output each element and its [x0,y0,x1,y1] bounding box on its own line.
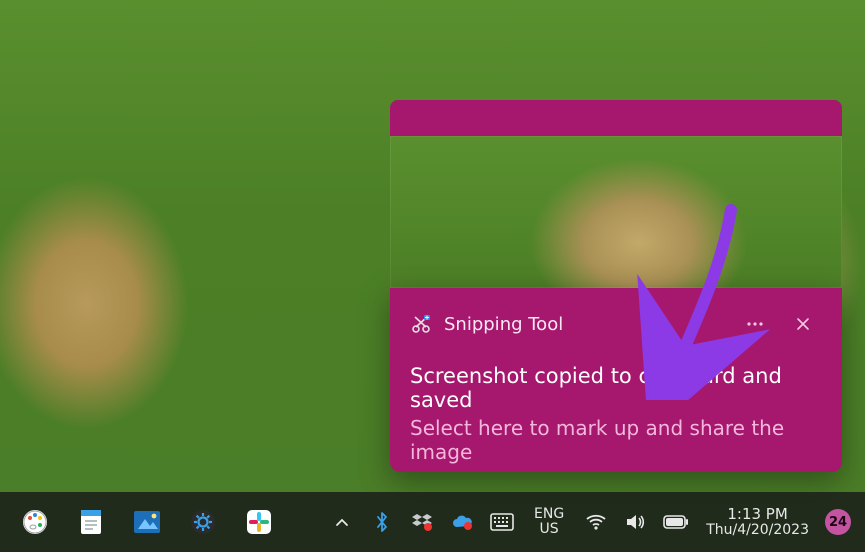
volume-icon[interactable] [622,501,650,543]
notification-more-button[interactable] [740,309,770,339]
clock-time: 1:13 PM [727,506,787,523]
chevron-up-icon [335,517,349,527]
notification-body: Select here to mark up and share the ima… [410,416,818,464]
language-bottom: US [540,522,559,537]
clock-button[interactable]: 1:13 PM Thu/4/20/2023 [702,501,813,543]
notification-title: Screenshot copied to clipboard and saved [410,364,818,412]
notification-header: Snipping Tool [410,308,818,340]
taskbar: ENG US 1:13 PM Thu/4/20/2023 24 [0,492,865,552]
notification-app-name: Snipping Tool [444,314,563,335]
taskbar-pinned-apps [0,501,280,543]
bluetooth-icon[interactable] [368,501,396,543]
dropbox-icon[interactable] [408,501,436,543]
notification-preview-header [390,100,842,136]
more-horizontal-icon [746,321,764,327]
onedrive-icon[interactable] [448,501,476,543]
notepad-app-icon[interactable] [70,501,112,543]
notification-close-button[interactable] [788,309,818,339]
notification-center-badge[interactable]: 24 [825,509,851,535]
tray-overflow-button[interactable] [328,501,356,543]
touch-keyboard-icon[interactable] [488,501,516,543]
photos-app-icon[interactable] [126,501,168,543]
notification-toast[interactable]: Snipping Tool Screenshot copied to clipb… [390,288,842,472]
snipping-tool-icon [410,313,432,335]
paint-app-icon[interactable] [14,501,56,543]
language-top: ENG [534,507,564,522]
system-tray: ENG US 1:13 PM Thu/4/20/2023 24 [328,501,865,543]
battery-icon[interactable] [662,501,690,543]
settings-app-icon[interactable] [182,501,224,543]
notification-preview-thumbnail[interactable] [390,136,842,288]
wifi-icon[interactable] [582,501,610,543]
clock-date: Thu/4/20/2023 [706,523,809,538]
close-icon [796,317,810,331]
slack-app-icon[interactable] [238,501,280,543]
input-language-button[interactable]: ENG US [528,501,570,543]
